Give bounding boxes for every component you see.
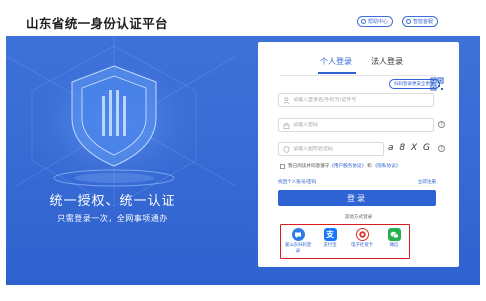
page-footer — [6, 285, 480, 297]
method-label: 电子社保卡 — [351, 243, 373, 248]
privacy-agreement-link[interactable]: 《隐私协议》 — [373, 163, 401, 169]
agreement-prefix: 我已阅读并同意遵守 — [288, 164, 330, 169]
top-bar: 山东省统一身份认证平台 帮助中心 智能客服 — [6, 4, 480, 36]
user-icon — [283, 96, 290, 104]
social-security-card-icon — [355, 228, 369, 241]
username-field[interactable] — [278, 93, 434, 107]
hero-subtitle: 只需登录一次，全网事项通办 — [57, 214, 168, 223]
site-title: 山东省统一身份认证平台 — [26, 16, 168, 31]
hero-slogan: 统一授权、统一认证 — [49, 194, 176, 209]
help-center-button[interactable]: 帮助中心 — [357, 16, 394, 27]
shield-check-icon — [283, 145, 290, 153]
method-aishandong[interactable]: 爱山东扫码登录 — [283, 228, 313, 255]
help-center-label: 帮助中心 — [368, 19, 389, 25]
info-icon — [361, 19, 366, 24]
browser-page: 山东省统一身份认证平台 帮助中心 智能客服 统一授权、统一认证 只需登录一次，全… — [0, 0, 486, 301]
login-panel: 个人登录 法人登录 扫码登录更安全更便 请输入登录名/手机号/证件号 ? 请输入… — [258, 42, 459, 267]
captcha-image[interactable]: a 8 X G — [388, 143, 431, 153]
captcha-help-icon[interactable]: ? — [438, 145, 445, 152]
tab-personal-login[interactable]: 个人登录 — [320, 56, 352, 67]
password-help-icon[interactable]: ? — [438, 121, 445, 128]
headset-icon — [406, 19, 411, 24]
qr-code-icon[interactable] — [430, 77, 444, 91]
password-field[interactable] — [278, 118, 434, 132]
method-alipay[interactable]: 支 支付宝 — [315, 228, 345, 249]
username-input[interactable] — [293, 97, 423, 103]
lock-icon — [283, 122, 290, 129]
agreement-checkbox[interactable] — [280, 163, 285, 169]
agreement-and: 和 — [367, 164, 372, 169]
alipay-icon: 支 — [323, 228, 337, 241]
login-button[interactable]: 登录 — [278, 190, 436, 206]
tab-divider — [280, 75, 436, 76]
password-input[interactable] — [293, 122, 423, 128]
smart-service-label: 智能客服 — [413, 19, 434, 25]
method-wechat[interactable]: 微信 — [379, 228, 409, 249]
other-login-title: 其他方式登录 — [344, 215, 373, 220]
method-label: 微信 — [389, 243, 399, 248]
agreement-row: 我已阅读并同意遵守 《用户服务协议》 和 《隐私协议》 — [280, 163, 400, 169]
smart-service-button[interactable]: 智能客服 — [402, 16, 439, 27]
forgot-account-link[interactable]: 找回个人账号/密码 — [278, 180, 316, 185]
tab-corporate-login[interactable]: 法人登录 — [371, 56, 403, 67]
account-links: 找回个人账号/密码 立即注册 — [278, 179, 436, 185]
other-login-methods: 爱山东扫码登录 支 支付宝 电子社保卡 微信 — [280, 224, 410, 259]
active-tab-indicator — [318, 72, 356, 74]
method-label: 爱山东扫码登录 — [284, 243, 312, 254]
user-service-agreement-link[interactable]: 《用户服务协议》 — [329, 163, 366, 169]
shield-illustration — [6, 36, 237, 207]
captcha-input[interactable] — [293, 146, 383, 152]
login-tabs: 个人登录 法人登录 — [258, 56, 459, 76]
captcha-field[interactable] — [278, 142, 384, 156]
method-social-security-card[interactable]: 电子社保卡 — [347, 228, 377, 249]
wechat-icon — [387, 228, 401, 241]
method-label: 支付宝 — [323, 243, 337, 248]
chat-bubble-icon — [291, 228, 305, 241]
register-link[interactable]: 立即注册 — [418, 179, 436, 185]
